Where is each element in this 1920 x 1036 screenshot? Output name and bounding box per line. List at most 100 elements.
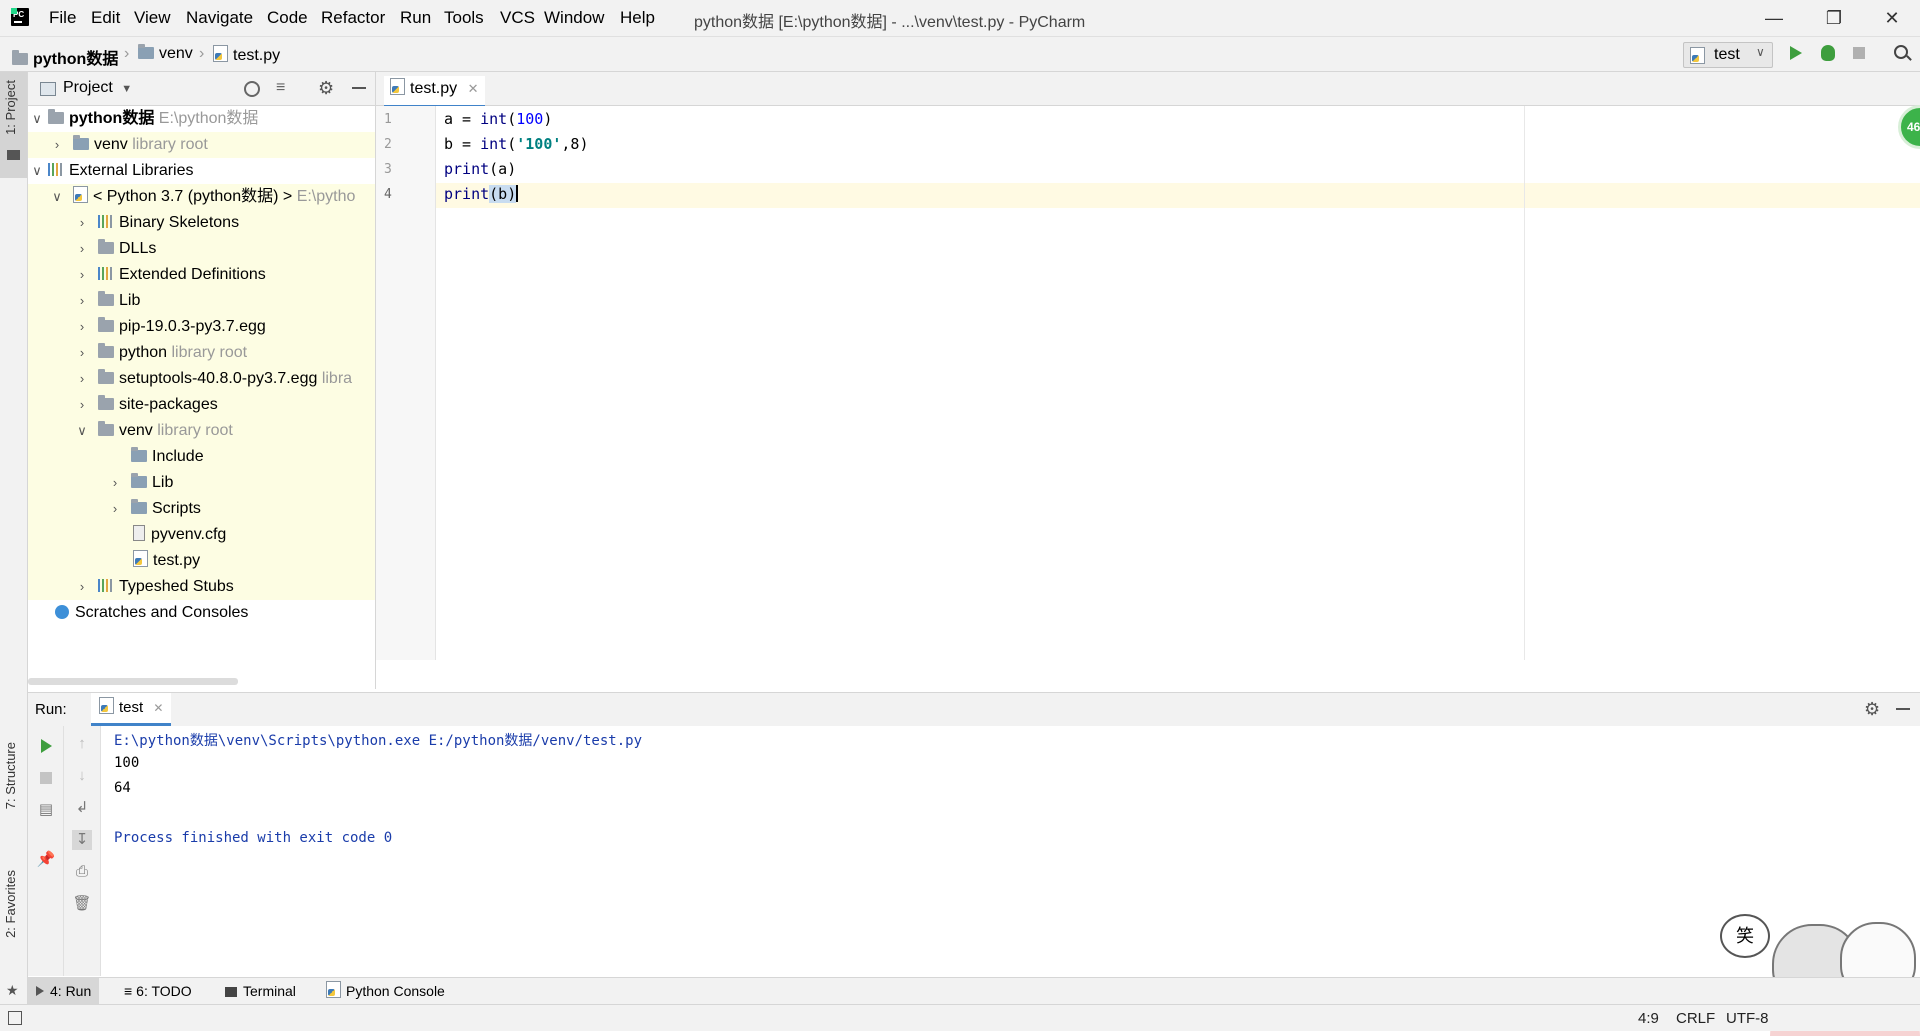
hide-panel-icon[interactable]: [1896, 708, 1910, 710]
tree-item-include[interactable]: Include: [28, 444, 375, 470]
minimize-button[interactable]: —: [1754, 4, 1794, 32]
trash-icon[interactable]: 🗑: [72, 894, 92, 914]
menu-vcs[interactable]: VCS: [500, 8, 535, 28]
menu-tools[interactable]: Tools: [444, 8, 484, 28]
tree-item-test-py[interactable]: test.py: [28, 548, 375, 574]
run-config-name: test: [1714, 46, 1740, 63]
debug-icon[interactable]: [1821, 45, 1835, 61]
arrow-down-icon[interactable]: ↓: [72, 766, 92, 786]
project-view-icon: [40, 82, 56, 96]
stop-icon[interactable]: [1853, 47, 1865, 59]
menu-run[interactable]: Run: [400, 8, 431, 28]
inspection-badge[interactable]: 46: [1898, 105, 1920, 149]
tree-item-venv-lib-folder[interactable]: › Lib: [28, 470, 375, 496]
locate-icon[interactable]: [244, 81, 260, 97]
project-tool-tab[interactable]: 1: Project: [0, 72, 27, 178]
chevron-down-icon: ∨: [32, 163, 42, 178]
folder-icon: [138, 44, 154, 59]
tool-tab-todo[interactable]: ≡ 6: TODO: [116, 978, 200, 1005]
python-icon: [99, 697, 114, 714]
tree-item-venv[interactable]: › venv library root: [28, 132, 375, 158]
horizontal-scrollbar[interactable]: [28, 678, 238, 685]
run-icon[interactable]: [1790, 46, 1802, 60]
library-icon: [98, 579, 114, 592]
layout-icon[interactable]: ▤: [36, 800, 56, 820]
editor-tab-test-py[interactable]: test.py ✕: [384, 76, 485, 108]
tree-item-python-sdk[interactable]: ∨ < Python 3.7 (python数据) > E:\pytho: [28, 184, 375, 210]
run-small-icon: [36, 986, 44, 996]
run-console-output[interactable]: E:\python数据\venv\Scripts\python.exe E:/p…: [101, 726, 1920, 976]
tree-item-project-root[interactable]: ∨ python数据 E:\python数据: [28, 106, 375, 132]
breadcrumb-venv[interactable]: venv: [138, 44, 193, 63]
status-bar: 4:9 CRLF UTF-8: [0, 1004, 1920, 1031]
caret-position[interactable]: 4:9: [1638, 1010, 1659, 1027]
search-icon[interactable]: [1894, 45, 1912, 61]
menu-file[interactable]: File: [49, 8, 76, 28]
config-file-icon: [133, 525, 145, 541]
current-line-highlight: [436, 183, 1920, 208]
close-window-button[interactable]: ✕: [1872, 4, 1912, 32]
library-icon: [98, 215, 114, 228]
folder-icon: [98, 421, 114, 436]
menu-help[interactable]: Help: [620, 8, 655, 28]
close-icon[interactable]: ✕: [153, 701, 163, 715]
window-title: python数据 [E:\python数据] - ...\venv\test.p…: [694, 14, 1086, 31]
restore-button[interactable]: ❐: [1814, 4, 1854, 32]
rerun-icon[interactable]: [36, 736, 56, 756]
tree-item-scripts[interactable]: › Scripts: [28, 496, 375, 522]
tree-item-pyvenv-cfg[interactable]: pyvenv.cfg: [28, 522, 375, 548]
python-file-icon: [133, 550, 148, 567]
menu-code[interactable]: Code: [267, 8, 308, 28]
tree-item-external-libraries[interactable]: ∨ External Libraries: [28, 158, 375, 184]
tree-item-binary-skeletons[interactable]: › Binary Skeletons: [28, 210, 375, 236]
menu-refactor[interactable]: Refactor: [321, 8, 385, 28]
toggle-tool-windows-icon[interactable]: [8, 1011, 22, 1025]
soft-wrap-icon[interactable]: ↲: [72, 798, 92, 818]
project-view-dropdown[interactable]: Project ▼: [63, 79, 132, 97]
menu-window[interactable]: Window: [544, 8, 604, 28]
hide-panel-icon[interactable]: [352, 87, 366, 89]
tree-item-pip-egg[interactable]: › pip-19.0.3-py3.7.egg: [28, 314, 375, 340]
print-icon[interactable]: ⎙: [72, 862, 92, 882]
run-config-dropdown[interactable]: test ∨: [1683, 42, 1773, 68]
tree-item-setuptools-egg[interactable]: › setuptools-40.8.0-py3.7.egg libra: [28, 366, 375, 392]
star-icon: ★: [6, 982, 19, 998]
file-encoding[interactable]: UTF-8: [1726, 1010, 1769, 1027]
collapse-all-icon[interactable]: ≡: [276, 80, 285, 96]
menu-view[interactable]: View: [134, 8, 171, 28]
gear-icon[interactable]: ⚙: [318, 78, 334, 99]
folder-icon: [73, 135, 89, 150]
chevron-right-icon: ›: [79, 293, 85, 308]
tree-item-dlls[interactable]: › DLLs: [28, 236, 375, 262]
favorites-tool-tab[interactable]: 2: Favorites ★: [0, 870, 27, 1000]
tree-item-site-packages[interactable]: › site-packages: [28, 392, 375, 418]
tool-tab-python-console[interactable]: Python Console: [318, 978, 453, 1005]
tree-item-python[interactable]: › python library root: [28, 340, 375, 366]
tool-tab-run[interactable]: 4: Run: [28, 978, 100, 1005]
folder-icon: [98, 343, 114, 358]
chevron-right-icon: ›: [79, 397, 85, 412]
run-tab-test[interactable]: test ✕: [91, 693, 172, 726]
tool-tab-terminal[interactable]: Terminal: [217, 978, 304, 1005]
tree-item-scratches[interactable]: Scratches and Consoles: [28, 600, 375, 626]
scroll-to-end-icon[interactable]: ↧: [72, 830, 92, 850]
tree-item-typeshed-stubs[interactable]: › Typeshed Stubs: [28, 574, 375, 600]
tree-item-venv-lib[interactable]: ∨ venv library root: [28, 418, 375, 444]
structure-tool-tab[interactable]: 7: Structure: [0, 742, 27, 852]
gear-icon[interactable]: ⚙: [1864, 699, 1880, 720]
stop-icon[interactable]: [36, 768, 56, 788]
chevron-right-icon: ›: [79, 371, 85, 386]
tree-item-extended-definitions[interactable]: › Extended Definitions: [28, 262, 375, 288]
breadcrumb-project[interactable]: python数据: [12, 45, 118, 69]
tree-item-lib[interactable]: › Lib: [28, 288, 375, 314]
line-separator[interactable]: CRLF: [1676, 1010, 1715, 1027]
code-editor[interactable]: a = int(100) b = int('100',8) print(a) p…: [436, 105, 1920, 660]
arrow-up-icon[interactable]: ↑: [72, 734, 92, 754]
line-number: 4: [384, 187, 392, 202]
console-line-exit: Process finished with exit code 0: [114, 830, 393, 846]
pin-icon[interactable]: 📌: [36, 850, 56, 870]
breadcrumb-file[interactable]: test.py: [213, 45, 280, 65]
menu-navigate[interactable]: Navigate: [186, 8, 253, 28]
close-icon[interactable]: ✕: [468, 81, 479, 96]
menu-edit[interactable]: Edit: [91, 8, 120, 28]
